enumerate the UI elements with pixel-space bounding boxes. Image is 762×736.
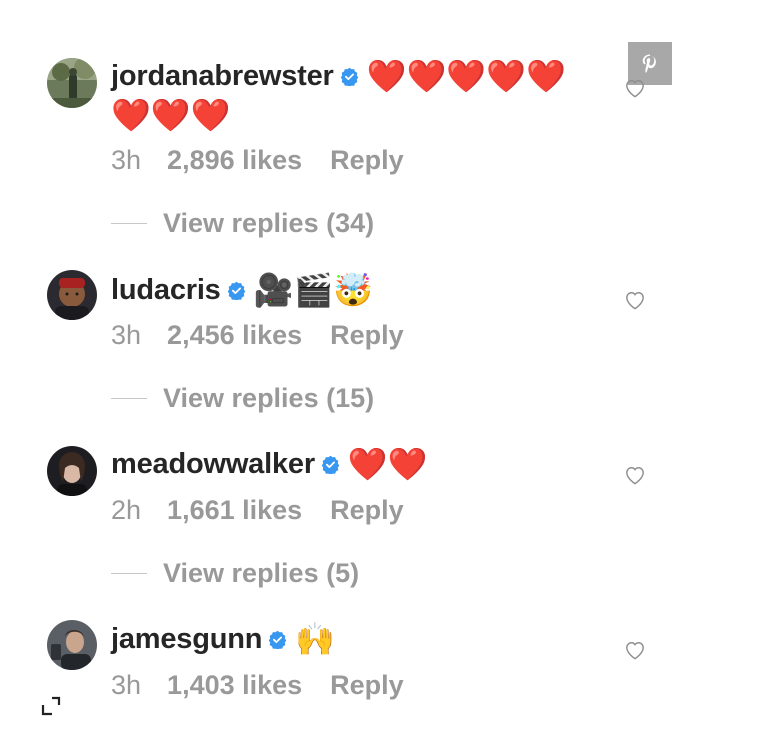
like-count[interactable]: 2,456 likes <box>167 320 302 351</box>
comment-meta: 3h 2,456 likes Reply <box>111 320 404 351</box>
avatar-photo <box>47 58 97 108</box>
comment-meta: 3h 2,896 likes Reply <box>111 145 404 176</box>
divider <box>111 223 147 224</box>
comment-time: 3h <box>111 145 142 175</box>
avatar[interactable] <box>47 270 97 320</box>
comment-text-continued: ❤️❤️❤️ <box>111 96 231 134</box>
heart-outline-icon[interactable] <box>624 78 646 98</box>
avatar[interactable] <box>47 58 97 108</box>
comment-time: 3h <box>111 320 142 350</box>
comment-meta: 2h 1,661 likes Reply <box>111 495 404 526</box>
reply-button[interactable]: Reply <box>330 320 404 351</box>
view-replies-label: View replies (34) <box>163 208 375 238</box>
username[interactable]: jordanabrewster <box>111 60 334 93</box>
verified-badge-icon <box>340 67 358 86</box>
comment-text: ❤️❤️❤️❤️❤️ <box>366 57 566 95</box>
avatar[interactable] <box>47 620 97 670</box>
comment-time: 3h <box>111 670 142 700</box>
like-count[interactable]: 1,403 likes <box>167 670 302 701</box>
view-replies-button[interactable]: View replies (5) <box>111 558 359 589</box>
heart-outline-icon[interactable] <box>624 290 646 310</box>
verified-badge-icon <box>269 630 287 649</box>
verified-badge-icon <box>321 455 340 474</box>
like-count[interactable]: 2,896 likes <box>167 145 302 176</box>
avatar[interactable] <box>47 446 97 496</box>
reply-button[interactable]: Reply <box>330 495 404 526</box>
expand-corner-icon[interactable] <box>41 696 61 716</box>
comment-text: ❤️❤️ <box>347 445 428 483</box>
username[interactable]: jamesgunn <box>111 623 262 656</box>
heart-outline-icon[interactable] <box>624 465 646 485</box>
like-count[interactable]: 1,661 likes <box>167 495 302 526</box>
comment-meta: 3h 1,403 likes Reply <box>111 670 404 701</box>
reply-button[interactable]: Reply <box>330 145 404 176</box>
heart-outline-icon[interactable] <box>624 640 646 660</box>
username[interactable]: meadowwalker <box>111 448 315 481</box>
divider <box>111 573 147 574</box>
username[interactable]: ludacris <box>111 274 221 307</box>
pinterest-icon <box>642 54 656 73</box>
view-replies-button[interactable]: View replies (15) <box>111 383 374 414</box>
comment-text: 🙌 <box>295 620 336 658</box>
comment-text: 🎥🎬🤯 <box>253 271 374 309</box>
verified-badge-icon <box>227 281 245 300</box>
divider <box>111 398 147 399</box>
reply-button[interactable]: Reply <box>330 670 404 701</box>
view-replies-label: View replies (5) <box>163 558 360 588</box>
avatar-photo <box>47 446 97 496</box>
avatar-photo <box>47 620 97 670</box>
view-replies-button[interactable]: View replies (34) <box>111 208 374 239</box>
avatar-photo <box>47 270 97 320</box>
view-replies-label: View replies (15) <box>163 383 375 413</box>
comment-time: 2h <box>111 495 142 525</box>
